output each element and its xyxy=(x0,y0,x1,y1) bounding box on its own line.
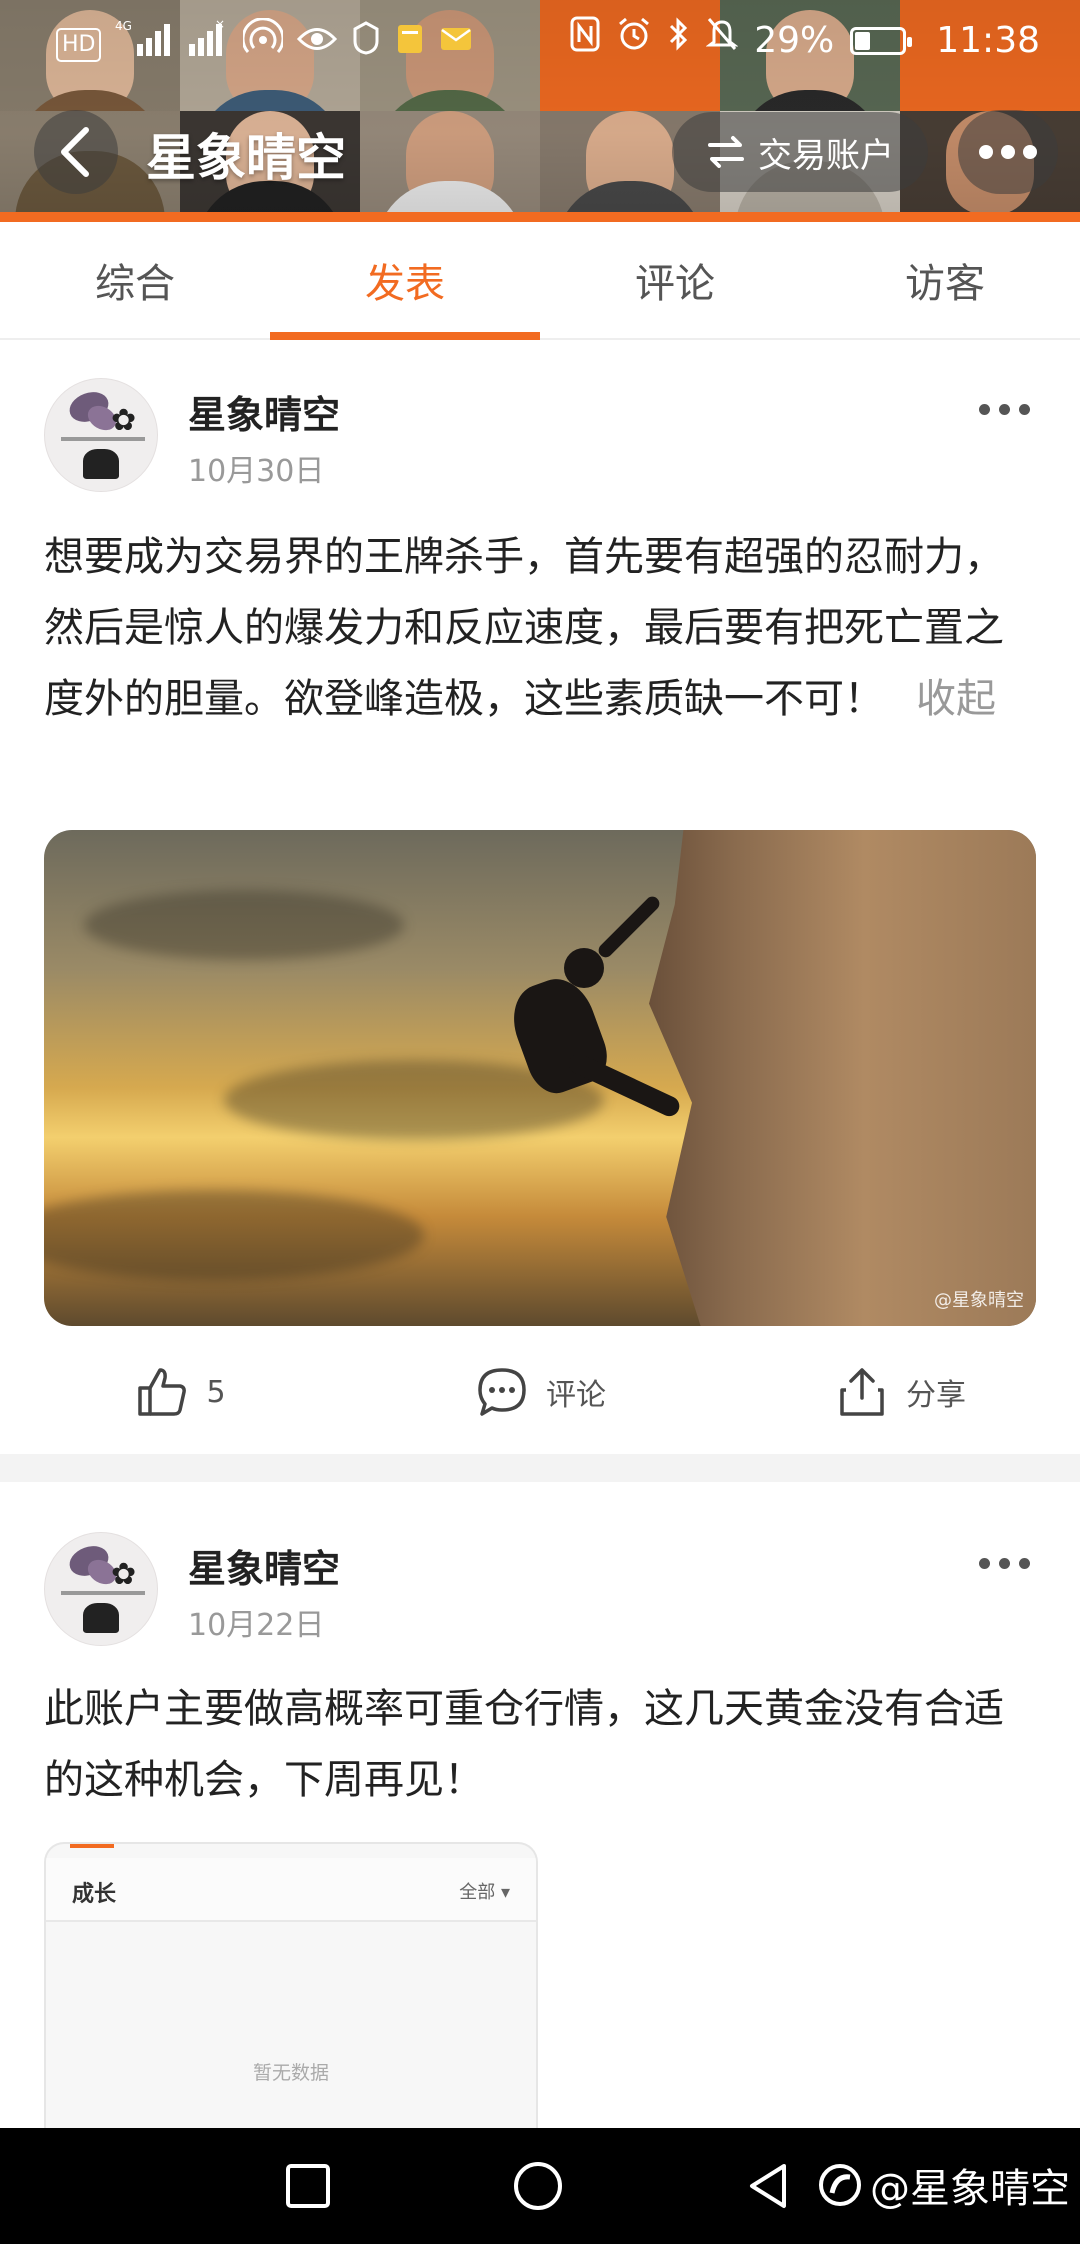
mute-bell-icon xyxy=(705,16,739,65)
home-circle-icon[interactable] xyxy=(510,2158,566,2214)
dot-icon xyxy=(1023,145,1037,159)
alarm-icon xyxy=(616,16,652,65)
screenshot-filter: 全部 ▾ xyxy=(459,1878,510,1904)
nfc-icon xyxy=(570,16,600,65)
tab-label: 访客 xyxy=(905,261,985,307)
post-author[interactable]: 星象晴空 xyxy=(188,1538,340,1593)
avatar-glyph: ✿ xyxy=(111,1557,137,1592)
comment-button[interactable]: 评论 xyxy=(360,1342,720,1442)
like-count: 5 xyxy=(206,1374,226,1410)
profile-tabs: 综合 发表 评论 访客 xyxy=(0,222,1080,340)
avatar-glyph: ✿ xyxy=(111,403,137,438)
page-title: 星象晴空 xyxy=(146,129,346,187)
system-nav-bar: @星象晴空 xyxy=(0,2128,1080,2244)
comment-label: 评论 xyxy=(546,1378,606,1413)
post-more-button[interactable] xyxy=(979,404,1030,415)
post-card: ✿ 星象晴空 10月30日 想要成为交易界的王牌杀手，首先要有超强的忍耐力，然后… xyxy=(0,342,1080,1454)
dot-icon xyxy=(979,145,993,159)
comment-icon xyxy=(478,1368,526,1416)
trading-account-label: 交易账户 xyxy=(758,135,894,176)
weibo-logo-icon xyxy=(819,2164,861,2206)
mail-icon xyxy=(439,23,473,67)
dot-icon xyxy=(1001,145,1015,159)
watermark-text: @星象晴空 xyxy=(870,2166,1070,2212)
dot-icon xyxy=(979,1558,990,1569)
post-author[interactable]: 星象晴空 xyxy=(188,384,340,439)
screenshot-filter-label: 全部 xyxy=(459,1882,496,1903)
collapse-link[interactable]: 收起 xyxy=(916,676,996,722)
chevron-left-icon xyxy=(61,127,89,177)
status-bar: HD 4G × 29% 11:38 xyxy=(0,0,1080,80)
shield-icon xyxy=(351,21,381,68)
battery-icon xyxy=(850,26,913,55)
tab-label: 综合 xyxy=(95,261,175,307)
back-triangle-icon[interactable] xyxy=(740,2158,796,2214)
post-body: 此账户主要做高概率可重仓行情，这几天黄金没有合适的这种机会，下周再见！ xyxy=(44,1686,1004,1803)
dot-icon xyxy=(979,404,990,415)
trading-account-button[interactable]: 交易账户 xyxy=(672,112,928,192)
signal-x-icon: × xyxy=(185,17,229,71)
post-body: 想要成为交易界的王牌杀手，首先要有超强的忍耐力，然后是惊人的爆发力和反应速度，最… xyxy=(44,534,1004,722)
dot-icon xyxy=(1019,404,1030,415)
post-text: 此账户主要做高概率可重仓行情，这几天黄金没有合适的这种机会，下周再见！ xyxy=(44,1674,1040,1816)
screenshot-title: 成长 xyxy=(72,1882,117,1907)
avatar[interactable]: ✿ xyxy=(44,1532,158,1646)
share-icon xyxy=(840,1368,884,1416)
post-date: 10月30日 xyxy=(188,454,325,489)
hd-icon: HD xyxy=(56,27,102,62)
watermark: @星象晴空 xyxy=(818,2156,1070,2214)
thumbs-up-icon xyxy=(138,1368,187,1416)
post-divider xyxy=(0,1454,1080,1482)
post-text: 想要成为交易界的王牌杀手，首先要有超强的忍耐力，然后是惊人的爆发力和反应速度，最… xyxy=(44,522,1040,735)
screenshot-header: 成长 全部 ▾ xyxy=(46,1858,536,1922)
share-button[interactable]: 分享 xyxy=(720,1342,1080,1442)
avatar[interactable]: ✿ xyxy=(44,378,158,492)
clock: 11:38 xyxy=(936,20,1040,61)
signal-4g-icon: 4G xyxy=(115,18,171,71)
post-date: 10月22日 xyxy=(188,1608,325,1643)
bluetooth-icon xyxy=(668,16,690,65)
screenshot-empty-text: 暂无数据 xyxy=(252,2062,329,2084)
tab-visitors[interactable]: 访客 xyxy=(810,222,1080,338)
status-right-icons: 29% 11:38 xyxy=(570,16,1040,65)
dot-icon xyxy=(1019,1558,1030,1569)
post-screenshot[interactable]: 成长 全部 ▾ 暂无数据 xyxy=(44,1842,538,2142)
svg-text:4G: 4G xyxy=(115,19,132,33)
tab-posts[interactable]: 发表 xyxy=(270,222,540,340)
status-left-icons: HD 4G × xyxy=(56,17,473,71)
battery-percent: 29% xyxy=(754,20,835,61)
like-button[interactable]: 5 xyxy=(0,1342,360,1442)
back-button[interactable] xyxy=(34,110,118,194)
dot-icon xyxy=(999,404,1010,415)
share-label: 分享 xyxy=(906,1378,966,1413)
post-more-button[interactable] xyxy=(979,1558,1030,1569)
post-actions: 5 评论 分享 xyxy=(0,1342,1080,1442)
hotspot-icon xyxy=(241,17,285,71)
header-accent-strip xyxy=(0,212,1080,222)
profile-header: HD 4G × 29% 11:38 星象晴空 交易账户 xyxy=(0,0,1080,222)
post-image[interactable]: @星象晴空 xyxy=(44,830,1036,1326)
svg-text:×: × xyxy=(215,18,225,31)
battery-fill xyxy=(855,31,870,50)
swap-icon xyxy=(708,136,744,168)
post-card: ✿ 星象晴空 10月22日 此账户主要做高概率可重仓行情，这几天黄金没有合适的这… xyxy=(0,1482,1080,2142)
tab-label: 评论 xyxy=(635,261,715,307)
recents-square-icon[interactable] xyxy=(280,2158,336,2214)
image-watermark: @星象晴空 xyxy=(934,1290,1024,1311)
tab-comments[interactable]: 评论 xyxy=(540,222,810,338)
dot-icon xyxy=(999,1558,1010,1569)
caret-down-icon: ▾ xyxy=(500,1882,510,1903)
tab-label: 发表 xyxy=(365,261,445,307)
more-options-button[interactable] xyxy=(958,110,1058,194)
eye-icon xyxy=(297,23,338,67)
file-icon xyxy=(395,21,425,68)
tab-overview[interactable]: 综合 xyxy=(0,222,270,338)
